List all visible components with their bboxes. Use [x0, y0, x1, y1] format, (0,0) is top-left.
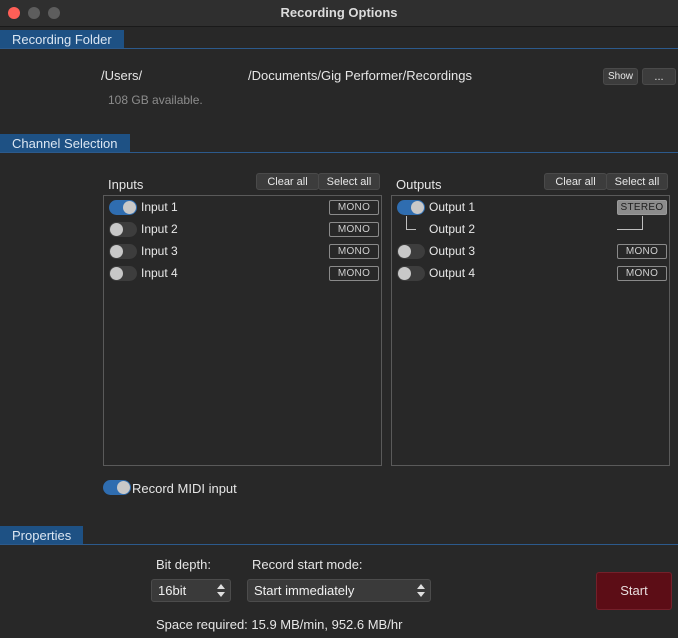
- output-1-toggle[interactable]: [397, 200, 425, 215]
- updown-arrows-icon: [417, 584, 425, 597]
- outputs-select-all-button[interactable]: Select all: [606, 173, 668, 190]
- input-2-label: Input 2: [141, 222, 178, 236]
- outputs-title: Outputs: [396, 177, 442, 192]
- inputs-list-panel: Input 1 MONO Input 2 MONO Input 3 MONO I…: [103, 195, 382, 466]
- stereo-pair-bracket: [617, 216, 643, 230]
- output-1-label: Output 1: [429, 200, 476, 214]
- output-3-label: Output 3: [429, 244, 476, 258]
- inputs-select-all-button[interactable]: Select all: [318, 173, 380, 190]
- output-4-toggle[interactable]: [397, 266, 425, 281]
- available-space-text: 108 GB available.: [108, 93, 203, 107]
- input-3-mode-button[interactable]: MONO: [329, 244, 379, 259]
- folder-path-suffix: /Documents/Gig Performer/Recordings: [248, 68, 472, 83]
- folder-path-prefix: /Users/: [101, 68, 143, 83]
- title-bar: Recording Options: [0, 0, 678, 27]
- record-midi-toggle[interactable]: [103, 480, 131, 495]
- input-3-label: Input 3: [141, 244, 178, 258]
- outputs-list-panel: Output 1 STEREO Output 2 Output 3 MONO O…: [391, 195, 670, 466]
- start-recording-button[interactable]: Start: [596, 572, 672, 610]
- browse-folder-button[interactable]: ...: [642, 68, 676, 85]
- record-start-mode-select[interactable]: Start immediately: [247, 579, 431, 602]
- output-3-toggle[interactable]: [397, 244, 425, 259]
- properties-header: Properties: [0, 526, 84, 545]
- channel-selection-header: Channel Selection: [0, 134, 130, 153]
- input-4-label: Input 4: [141, 266, 178, 280]
- output-3-mode-button[interactable]: MONO: [617, 244, 667, 259]
- output-1-mode-button[interactable]: STEREO: [617, 200, 667, 215]
- outputs-clear-all-button[interactable]: Clear all: [544, 173, 607, 190]
- updown-arrows-icon: [217, 584, 225, 597]
- record-midi-label: Record MIDI input: [132, 481, 237, 496]
- output-4-mode-button[interactable]: MONO: [617, 266, 667, 281]
- bit-depth-select[interactable]: 16bit: [151, 579, 231, 602]
- section-divider: [0, 152, 678, 153]
- record-start-mode-value: Start immediately: [254, 583, 355, 598]
- bit-depth-label: Bit depth:: [156, 557, 211, 572]
- output-4-label: Output 4: [429, 266, 476, 280]
- stereo-pair-bracket: [406, 216, 416, 230]
- record-start-mode-label: Record start mode:: [252, 557, 363, 572]
- input-1-mode-button[interactable]: MONO: [329, 200, 379, 215]
- section-divider: [0, 48, 678, 49]
- inputs-title: Inputs: [108, 177, 144, 192]
- space-required-text: Space required: 15.9 MB/min, 952.6 MB/hr: [156, 617, 403, 632]
- inputs-clear-all-button[interactable]: Clear all: [256, 173, 319, 190]
- recording-folder-header: Recording Folder: [0, 30, 124, 49]
- bit-depth-value: 16bit: [158, 583, 187, 598]
- input-2-toggle[interactable]: [109, 222, 137, 237]
- input-4-toggle[interactable]: [109, 266, 137, 281]
- input-4-mode-button[interactable]: MONO: [329, 266, 379, 281]
- show-folder-button[interactable]: Show: [603, 68, 638, 85]
- input-1-label: Input 1: [141, 200, 178, 214]
- window-title: Recording Options: [280, 5, 398, 20]
- input-3-toggle[interactable]: [109, 244, 137, 259]
- input-2-mode-button[interactable]: MONO: [329, 222, 379, 237]
- output-2-label: Output 2: [429, 222, 476, 236]
- section-divider: [0, 544, 678, 545]
- input-1-toggle[interactable]: [109, 200, 137, 215]
